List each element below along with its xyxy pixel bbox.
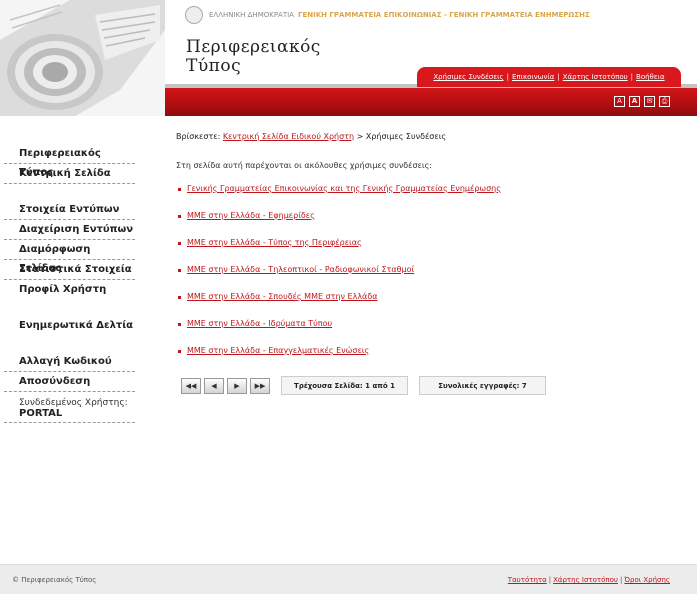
site-title-line2: Τύπος: [186, 56, 242, 76]
link-regional-press[interactable]: ΜΜΕ στην Ελλάδα - Τύπος της Περιφέρειας: [187, 238, 362, 247]
sidebar-item-home[interactable]: Κεντρική Σελίδα: [4, 164, 135, 184]
tool-icons: A A ✉ ⎙: [614, 96, 670, 107]
list-item: ΜΜΕ στην Ελλάδα - Τηλεοπτικοί - Ραδιοφων…: [176, 265, 676, 292]
ministry-gov-text: ΕΛΛΗΝΙΚΗ ΔΗΜΟΚΡΑΤΙΑ: [209, 11, 294, 19]
ministry-banner: ΕΛΛΗΝΙΚΗ ΔΗΜΟΚΡΑΤΙΑ ΓΕΝΙΚΗ ΓΡΑΜΜΑΤΕΙΑ ΕΠ…: [185, 6, 590, 24]
first-page-button[interactable]: ◀◀: [181, 377, 201, 394]
sidebar-item-statistics[interactable]: Στατιστικά Στοιχεία: [4, 260, 135, 280]
list-item: ΜΜΕ στην Ελλάδα - Τύπος της Περιφέρειας: [176, 238, 676, 265]
breadcrumb: Βρίσκεστε: Κεντρική Σελίδα Ειδικού Χρήστ…: [176, 132, 676, 141]
next-page-button[interactable]: ▶: [227, 377, 247, 394]
bullet-icon: [178, 242, 181, 245]
topnav-useful-links[interactable]: Χρήσιμες Συνδέσεις: [433, 73, 503, 81]
useful-links-list: Γενικής Γραμματείας Επικοινωνίας και της…: [176, 184, 676, 373]
bullet-icon: [178, 350, 181, 353]
sidebar-item-newsletters[interactable]: Ενημερωτικά Δελτία: [4, 316, 135, 336]
bullet-icon: [178, 215, 181, 218]
footer-link-sitemap[interactable]: Χάρτης Ιστοτόπου: [553, 576, 618, 584]
sidebar-item-publication-info[interactable]: Στοιχεία Εντύπων: [4, 200, 135, 220]
first-page-icon: ◀◀: [185, 381, 197, 390]
site-title: Περιφερειακός Τύπος: [186, 38, 321, 76]
sidebar-item-user-profile[interactable]: Προφίλ Χρήστη: [4, 280, 135, 300]
link-press-foundations[interactable]: ΜΜΕ στην Ελλάδα - Ιδρύματα Τύπου: [187, 319, 332, 328]
topnav-help[interactable]: Βοήθεια: [636, 73, 665, 81]
previous-page-icon: ◀: [211, 381, 217, 390]
last-page-button[interactable]: ▶▶: [250, 377, 270, 394]
previous-page-button[interactable]: ◀: [204, 377, 224, 394]
ministry-sec-text: ΓΕΝΙΚΗ ΓΡΑΜΜΑΤΕΙΑ ΕΠΙΚΟΙΝΩΝΙΑΣ - ΓΕΝΙΚΗ …: [297, 11, 590, 19]
email-icon[interactable]: ✉: [644, 96, 655, 107]
bullet-icon: [178, 323, 181, 326]
page-header: ΕΛΛΗΝΙΚΗ ΔΗΜΟΚΡΑΤΙΑ ΓΕΝΙΚΗ ΓΡΑΜΜΑΤΕΙΑ ΕΠ…: [0, 0, 697, 116]
link-media-studies[interactable]: ΜΜΕ στην Ελλάδα - Σπουδές ΜΜΕ στην Ελλάδ…: [187, 292, 378, 301]
link-tv-radio[interactable]: ΜΜΕ στην Ελλάδα - Τηλεοπτικοί - Ραδιοφων…: [187, 265, 414, 274]
link-professional-unions[interactable]: ΜΜΕ στην Ελλάδα - Επαγγελματικές Ενώσεις: [187, 346, 369, 355]
total-records-info: Συνολικές εγγραφές: 7: [419, 376, 546, 395]
sidebar-item-change-password[interactable]: Αλλαγή Κωδικού: [4, 352, 135, 372]
bullet-icon: [178, 188, 181, 191]
footer-link-identity[interactable]: Ταυτότητα: [508, 576, 547, 584]
bullet-icon: [178, 296, 181, 299]
list-item: ΜΜΕ στην Ελλάδα - Ιδρύματα Τύπου: [176, 319, 676, 346]
logged-in-user-label: Συνδεδεμένος Χρήστης:: [19, 398, 128, 408]
link-gen-secretariat[interactable]: Γενικής Γραμματείας Επικοινωνίας και της…: [187, 184, 501, 193]
list-item: Γενικής Γραμματείας Επικοινωνίας και της…: [176, 184, 676, 211]
sidebar-item-logout[interactable]: Αποσύνδεση: [4, 372, 135, 392]
main-content: Βρίσκεστε: Κεντρική Σελίδα Ειδικού Χρήστ…: [176, 132, 676, 373]
logged-in-user-value: PORTAL: [19, 408, 63, 419]
footer-copyright: © Περιφερειακός Τύπος: [12, 576, 97, 584]
intro-text: Στη σελίδα αυτή παρέχονται οι ακόλουθες …: [176, 161, 432, 170]
link-newspapers[interactable]: ΜΜΕ στην Ελλάδα - Εφημερίδες: [187, 211, 315, 220]
site-title-line1: Περιφερειακός: [186, 37, 321, 57]
newspaper-roll-image: [0, 0, 165, 116]
font-size-decrease-icon[interactable]: A: [614, 96, 625, 107]
list-item: ΜΜΕ στην Ελλάδα - Εφημερίδες: [176, 211, 676, 238]
print-icon[interactable]: ⎙: [659, 96, 670, 107]
breadcrumb-current: > Χρήσιμες Συνδέσεις: [356, 132, 447, 141]
footer-links: Ταυτότητα | Χάρτης Ιστοτόπου | Όροι Χρήσης: [507, 576, 670, 584]
list-item: ΜΜΕ στην Ελλάδα - Σπουδές ΜΜΕ στην Ελλάδ…: [176, 292, 676, 319]
top-navigation: Χρήσιμες Συνδέσεις | Επικοινωνία | Χάρτη…: [417, 67, 681, 87]
list-item: ΜΜΕ στην Ελλάδα - Επαγγελματικές Ενώσεις: [176, 346, 676, 373]
greek-emblem-icon: [185, 6, 203, 24]
topnav-contact[interactable]: Επικοινωνία: [512, 73, 554, 81]
sidebar: Περιφερειακός Τύπος Κεντρική Σελίδα Στοι…: [4, 144, 135, 423]
bullet-icon: [178, 269, 181, 272]
pager: ◀◀ ◀ ▶ ▶▶ Τρέχουσα Σελίδα: 1 από 1 Συνολ…: [181, 376, 546, 395]
next-page-icon: ▶: [234, 381, 240, 390]
sidebar-item-regional-press[interactable]: Περιφερειακός Τύπος: [4, 144, 135, 178]
sidebar-item-page-layout[interactable]: Διαμόρφωση Σελίδας: [4, 240, 135, 274]
logged-in-user: Συνδεδεμένος Χρήστης: PORTAL: [4, 398, 135, 423]
topnav-sitemap[interactable]: Χάρτης Ιστοτόπου: [563, 73, 628, 81]
page-footer: © Περιφερειακός Τύπος Ταυτότητα | Χάρτης Ι…: [0, 564, 697, 594]
last-page-icon: ▶▶: [254, 381, 266, 390]
breadcrumb-prefix: Βρίσκεστε:: [176, 132, 221, 141]
font-size-increase-icon[interactable]: A: [629, 96, 640, 107]
current-page-info: Τρέχουσα Σελίδα: 1 από 1: [281, 376, 408, 395]
sidebar-item-publication-management[interactable]: Διαχείριση Εντύπων: [4, 220, 135, 240]
footer-link-terms[interactable]: Όροι Χρήσης: [624, 576, 670, 584]
breadcrumb-home-link[interactable]: Κεντρική Σελίδα Ειδικού Χρήστη: [223, 132, 354, 141]
